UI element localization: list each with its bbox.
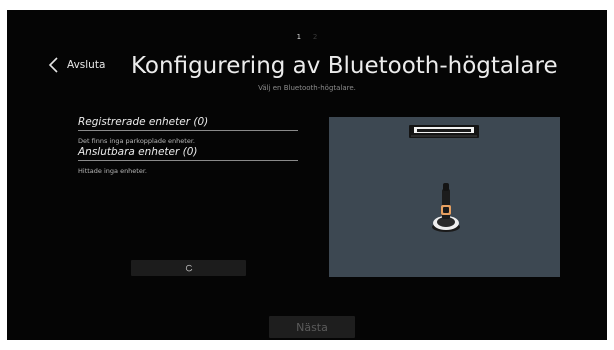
back-label: Avsluta <box>67 59 106 71</box>
refresh-button[interactable] <box>131 260 246 276</box>
registered-devices-empty-message: Det finns inga parkopplade enheter. <box>78 137 195 145</box>
tv-screen: 1 2 Avsluta Konfigurering av Bluetooth-h… <box>7 10 607 340</box>
step-indicator: 1 2 <box>7 33 607 41</box>
registered-devices-section: Registrerade enheter (0) Det finns inga … <box>78 116 298 145</box>
back-button[interactable]: Avsluta <box>47 54 105 76</box>
connectable-devices-section: Anslutbara enheter (0) Hittade inga enhe… <box>78 146 298 175</box>
page-title: Konfigurering av Bluetooth-högtalare <box>131 53 558 79</box>
step-2: 2 <box>312 33 318 41</box>
next-button[interactable]: Nästa <box>269 316 355 338</box>
refresh-icon <box>185 264 192 272</box>
remote-control-icon <box>432 183 460 232</box>
page-subtitle: Välj en Bluetooth-högtalare. <box>258 84 356 92</box>
connectable-devices-heading: Anslutbara enheter (0) <box>78 146 298 161</box>
step-1: 1 <box>296 33 302 41</box>
chevron-left-icon <box>48 57 58 73</box>
device-list-panel: Registrerade enheter (0) Det finns inga … <box>78 116 298 175</box>
soundbar-icon <box>409 125 479 138</box>
registered-devices-heading: Registrerade enheter (0) <box>78 116 298 131</box>
bluetooth-speaker-illustration <box>329 117 560 277</box>
connectable-devices-empty-message: Hittade inga enheter. <box>78 167 147 175</box>
